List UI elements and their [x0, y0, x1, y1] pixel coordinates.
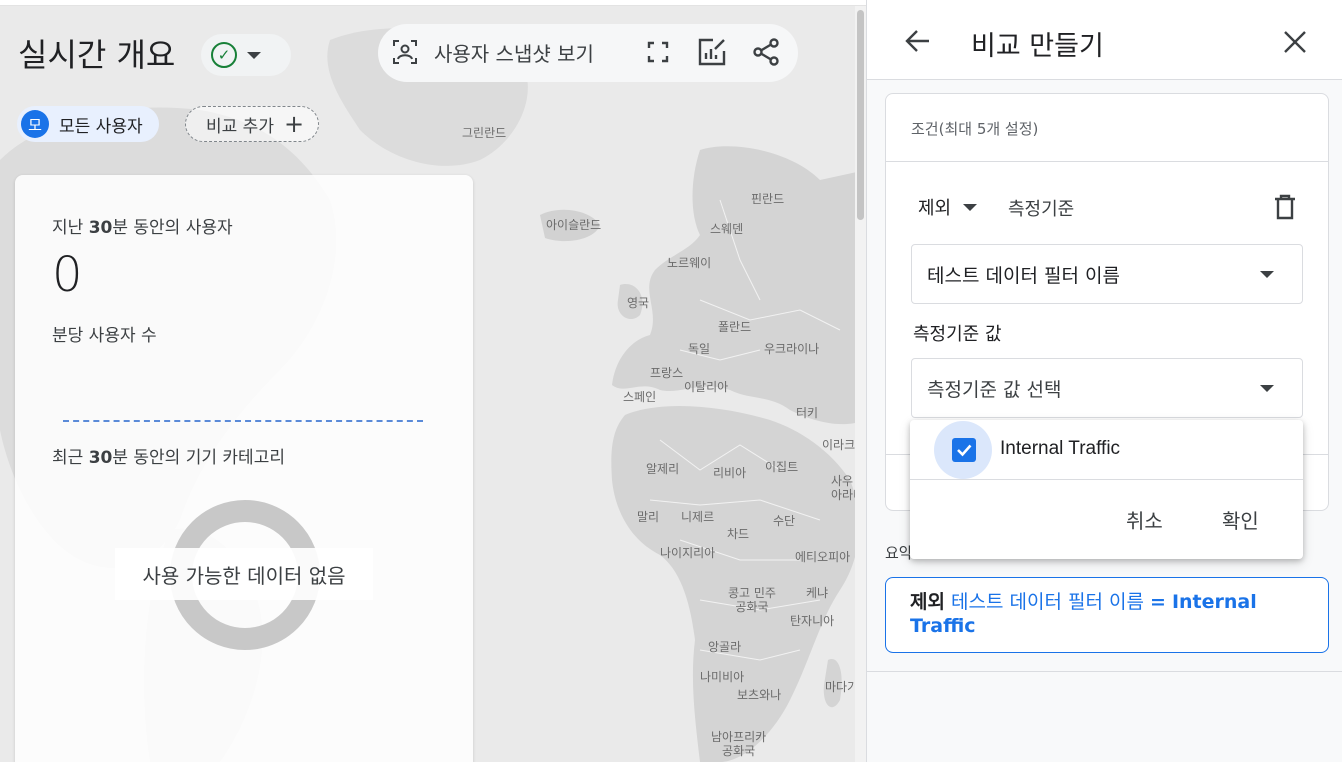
- check-circle-icon: ✓: [211, 42, 237, 68]
- comparison-avatar: 모: [21, 110, 49, 138]
- map-label: 말리: [637, 510, 660, 524]
- map-label: 핀란드: [751, 192, 785, 206]
- chevron-down-icon: [1260, 271, 1274, 278]
- option-internal-traffic[interactable]: Internal Traffic: [910, 420, 1303, 480]
- include-exclude-label: 제외: [918, 198, 952, 219]
- map-label: 스웨덴: [710, 222, 744, 236]
- scrollbar-thumb[interactable]: [857, 10, 864, 220]
- map-label: 콩고 민주 공화국: [728, 586, 776, 614]
- close-icon[interactable]: [1283, 30, 1307, 54]
- top-border: [0, 0, 866, 6]
- view-user-snapshot-button[interactable]: 사용자 스냅샷 보기: [392, 34, 594, 70]
- add-comparison-label: 비교 추가: [206, 116, 274, 137]
- panel-header: 비교 만들기: [867, 0, 1342, 80]
- share-icon[interactable]: [749, 35, 783, 69]
- map-label: 마다가: [825, 680, 859, 694]
- realtime-users-card: 지난 30분 동안의 사용자 0 분당 사용자 수 최근 30분 동안의 기기 …: [15, 175, 473, 762]
- map-label: 영국: [627, 296, 650, 310]
- map-label: 터키: [796, 406, 819, 420]
- map-label: 나이지리아: [660, 546, 716, 560]
- page-title: 실시간 개요: [18, 36, 176, 74]
- option-label: Internal Traffic: [1000, 438, 1121, 459]
- summary-mode: 제외: [910, 591, 945, 613]
- user-snapshot-icon: [393, 40, 417, 64]
- back-arrow-icon[interactable]: [903, 26, 933, 56]
- checkbox-checked-icon[interactable]: [952, 438, 976, 462]
- cancel-button[interactable]: 취소: [1126, 505, 1163, 534]
- map-label: 이집트: [765, 460, 799, 474]
- divider: [886, 161, 1328, 162]
- conditions-title: 조건(최대 5개 설정): [911, 120, 1039, 138]
- map-label: 차드: [727, 527, 750, 541]
- users-30min-label: 지난 30분 동안의 사용자: [52, 218, 233, 238]
- map-label: 노르웨이: [667, 256, 712, 270]
- divider: [866, 671, 1342, 672]
- map-label: 보츠와나: [737, 688, 782, 702]
- map-label: 에티오피아: [795, 550, 851, 564]
- map-label: 우크라이나: [764, 342, 820, 356]
- chevron-down-icon: [1260, 385, 1274, 392]
- map-label: 폴란드: [718, 320, 752, 334]
- map-label: 스페인: [623, 390, 657, 404]
- users-count: 0: [52, 247, 83, 303]
- dimension-select-value: 테스트 데이터 필터 이름: [927, 264, 1120, 287]
- realtime-overview-area: 그린란드 아이슬란드 핀란드 스웨덴 노르웨이 영국 폴란드 독일 우크라이나 …: [0, 0, 866, 762]
- comparison-chip-all-users[interactable]: 모 모든 사용자: [17, 106, 159, 142]
- map-label: 앙골라: [708, 640, 742, 654]
- users-per-minute-label: 분당 사용자 수: [52, 326, 157, 346]
- map-label: 아이슬란드: [546, 218, 602, 232]
- panel-title: 비교 만들기: [971, 31, 1104, 62]
- view-user-snapshot-label: 사용자 스냅샷 보기: [434, 41, 594, 66]
- comparison-summary: 제외 테스트 데이터 필터 이름 = Internal Traffic: [885, 577, 1329, 653]
- status-dropdown[interactable]: ✓: [201, 34, 291, 76]
- map-label: 그린란드: [462, 126, 507, 140]
- map-label: 남아프리카 공화국: [711, 730, 767, 758]
- add-comparison-button[interactable]: 비교 추가 +: [185, 106, 320, 142]
- map-label: 나미비아: [700, 670, 745, 684]
- summary-operator: =: [1149, 591, 1166, 613]
- divider: [910, 479, 1303, 480]
- include-exclude-dropdown[interactable]: 제외: [918, 194, 978, 220]
- map-label: 니제르: [681, 510, 715, 524]
- confirm-button[interactable]: 확인: [1222, 505, 1259, 534]
- map-label: 케냐: [806, 586, 829, 600]
- no-data-message: 사용 가능한 데이터 없음: [115, 548, 373, 600]
- map-label: 독일: [688, 342, 711, 356]
- summary-label: 요약: [885, 544, 913, 562]
- map-label: 탄자니아: [790, 614, 835, 628]
- map-label: 수단: [773, 514, 796, 528]
- fullscreen-icon[interactable]: [641, 35, 675, 69]
- dimension-value-label: 측정기준 값: [913, 324, 1002, 345]
- map-label: 이탈리아: [684, 380, 729, 394]
- customize-report-icon[interactable]: [695, 35, 729, 69]
- dimension-value-dropdown-menu: Internal Traffic 취소 확인: [910, 420, 1303, 559]
- summary-dimension: 테스트 데이터 필터 이름: [951, 591, 1144, 613]
- dimension-label: 측정기준: [1008, 199, 1075, 220]
- map-label: 알제리: [646, 462, 680, 476]
- plus-icon: +: [283, 110, 305, 138]
- dimension-value-placeholder: 측정기준 값 선택: [927, 378, 1062, 401]
- map-label: 이라크: [822, 438, 856, 452]
- delete-icon[interactable]: [1272, 194, 1298, 220]
- users-per-minute-chart: [63, 420, 423, 422]
- map-label: 리비아: [713, 466, 747, 480]
- scrollbar[interactable]: [855, 6, 866, 762]
- device-category-label: 최근 30분 동안의 기기 카테고리: [52, 448, 285, 468]
- dimension-select[interactable]: 테스트 데이터 필터 이름: [911, 244, 1303, 304]
- map-label: 프랑스: [650, 366, 684, 380]
- comparison-label: 모든 사용자: [59, 116, 143, 137]
- dimension-value-select[interactable]: 측정기준 값 선택: [911, 358, 1303, 418]
- chevron-down-icon: [963, 203, 978, 211]
- chevron-down-icon: [247, 51, 261, 59]
